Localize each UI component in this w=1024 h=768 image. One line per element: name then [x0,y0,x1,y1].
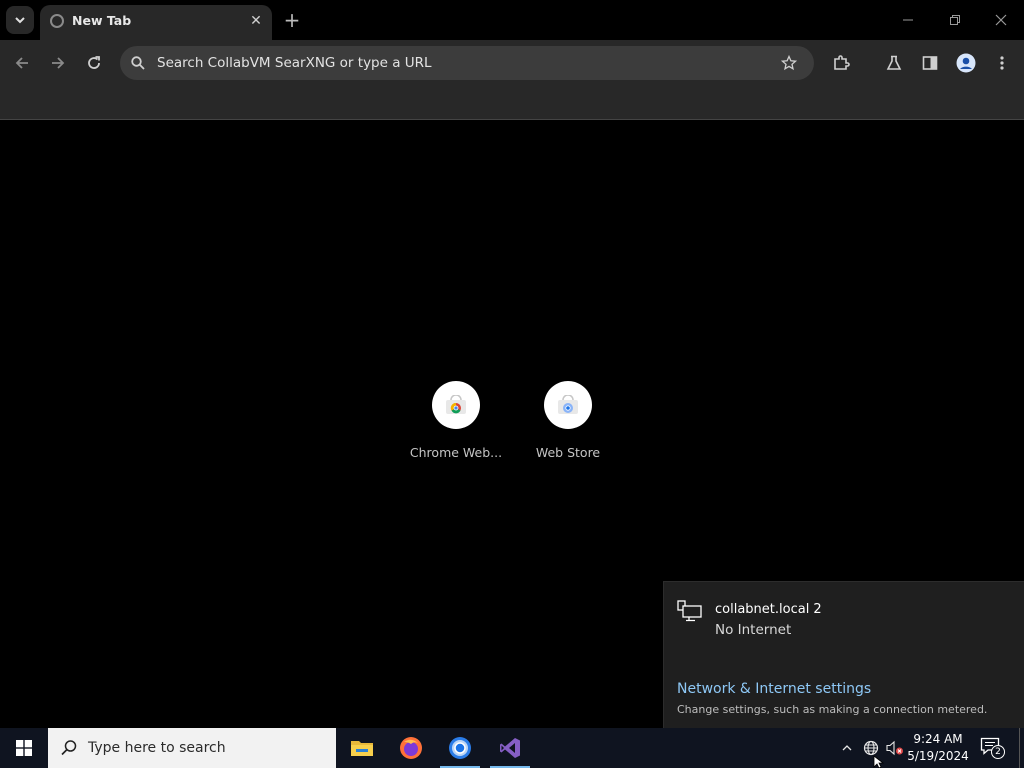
start-button[interactable] [0,728,48,768]
plus-icon: + [283,8,301,32]
network-settings-description: Change settings, such as making a connec… [677,703,988,716]
taskbar-chrome[interactable] [436,728,484,768]
restore-button[interactable] [940,8,970,32]
speaker-muted-icon [886,740,903,756]
menu-button[interactable] [988,49,1016,77]
globe-icon [863,740,879,756]
action-center-button[interactable]: 2 [978,736,1006,760]
search-icon [131,56,145,70]
forward-button[interactable] [44,49,72,77]
shortcut-icon [544,381,592,429]
tab-title: New Tab [72,13,132,28]
mouse-cursor-icon [873,755,885,768]
bookmark-star-button[interactable] [778,52,800,74]
chevron-up-icon [842,745,852,751]
puzzle-icon [834,55,850,70]
bookmarks-bar [0,86,1024,120]
close-icon [995,14,1007,26]
taskbar-file-explorer[interactable] [338,728,386,768]
clock-time[interactable]: 9:24 AM [905,732,971,746]
flask-icon [886,55,902,70]
taskbar-firefox[interactable] [387,728,435,768]
kebab-menu-icon [1000,56,1004,70]
clock-date[interactable]: 5/19/2024 [905,749,971,763]
side-panel-icon [922,56,938,70]
show-desktop-button[interactable] [1019,728,1024,768]
arrow-left-icon [15,57,28,69]
network-settings-link[interactable]: Network & Internet settings [677,681,871,697]
network-flyout: collabnet.local 2 No Internet Network & … [663,581,1024,728]
extensions-button[interactable] [827,49,855,77]
firefox-icon [400,737,422,759]
chevron-down-icon [15,17,25,24]
omnibox[interactable]: Search CollabVM SearXNG or type a URL [120,46,814,80]
web-store-icon [446,395,466,414]
file-explorer-icon [351,741,373,756]
restore-icon [950,15,960,25]
new-tab-button[interactable]: + [280,8,304,32]
windows-logo-icon [16,740,32,756]
shortcut-chrome-web[interactable]: Chrome Web... [406,380,506,470]
taskbar-search-box[interactable]: Type here to search [48,728,336,768]
shortcut-label: Chrome Web... [409,445,503,460]
labs-button[interactable] [880,49,908,77]
avatar-icon [956,53,976,73]
chrome-icon [449,737,471,759]
close-window-button[interactable] [986,8,1016,32]
notification-count-badge: 2 [991,745,1005,759]
search-icon [61,740,77,756]
web-store-icon [558,395,578,414]
tab-new-tab[interactable]: New Tab ✕ [40,5,272,40]
back-button[interactable] [8,49,36,77]
shortcut-label: Web Store [535,445,601,460]
network-status: No Internet [715,622,792,638]
taskbar: Type here to search 9:24 AM 5/19/2024 2 [0,728,1024,768]
tab-strip: New Tab ✕ + [0,0,1024,40]
close-tab-button[interactable]: ✕ [246,11,266,31]
tab-search-button[interactable] [6,6,34,34]
profile-button[interactable] [952,49,980,77]
star-icon [781,55,797,71]
omnibox-placeholder: Search CollabVM SearXNG or type a URL [157,55,432,71]
close-icon: ✕ [250,13,262,29]
browser-toolbar: Search CollabVM SearXNG or type a URL [0,40,1024,114]
shortcut-web-store[interactable]: Web Store [518,380,618,470]
taskbar-search-placeholder: Type here to search [88,740,226,756]
arrow-right-icon [52,57,65,69]
show-hidden-icons-button[interactable] [837,738,857,758]
shortcut-icon [432,381,480,429]
tray-volume-button[interactable] [885,738,905,758]
reload-icon [88,56,100,69]
globe-icon [50,14,64,28]
visual-studio-icon [500,738,520,758]
side-panel-button[interactable] [916,49,944,77]
taskbar-visual-studio[interactable] [486,728,534,768]
ethernet-network-icon [677,600,702,622]
minimize-button[interactable] [893,8,923,32]
minimize-icon [903,19,913,21]
reload-button[interactable] [80,49,108,77]
network-name[interactable]: collabnet.local 2 [715,602,822,617]
